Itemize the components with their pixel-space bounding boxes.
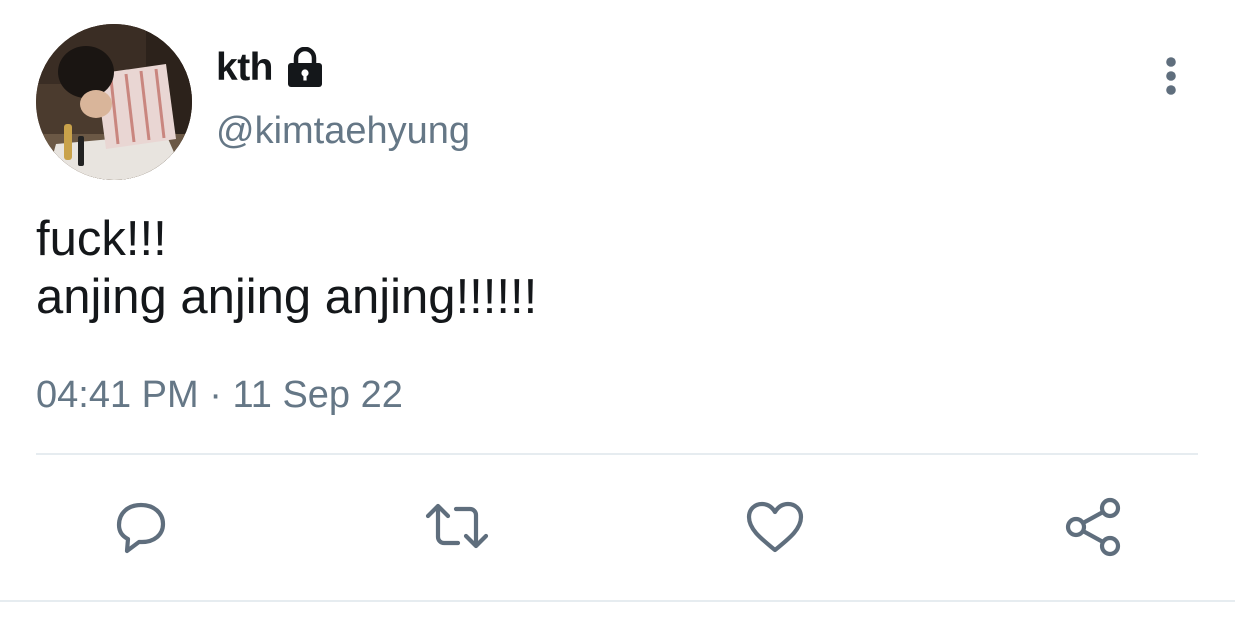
tweet-card: kth @kimtaehyung fuck!!! anjing anjing a… bbox=[0, 0, 1235, 618]
meta-separator: · bbox=[209, 374, 222, 416]
like-button[interactable] bbox=[740, 494, 810, 560]
tweet-text: fuck!!! anjing anjing anjing!!!!!! bbox=[36, 210, 537, 326]
lock-icon bbox=[285, 46, 325, 89]
retweet-button[interactable] bbox=[422, 494, 492, 560]
tweet-date: 11 Sep 22 bbox=[232, 374, 403, 416]
bottom-border bbox=[0, 600, 1235, 602]
tweet-timestamp[interactable]: 04:41 PM · 11 Sep 22 bbox=[36, 374, 403, 417]
reply-button[interactable] bbox=[106, 494, 176, 560]
more-options-button[interactable] bbox=[1150, 52, 1192, 100]
avatar[interactable] bbox=[36, 24, 192, 180]
tweet-text-line: fuck!!! bbox=[36, 212, 167, 266]
share-icon bbox=[1065, 497, 1121, 557]
heart-icon bbox=[746, 501, 804, 553]
divider bbox=[36, 453, 1198, 455]
tweet-text-line: anjing anjing anjing!!!!!! bbox=[36, 270, 538, 324]
reply-icon bbox=[116, 502, 166, 554]
handle[interactable]: @kimtaehyung bbox=[216, 110, 470, 153]
share-button[interactable] bbox=[1058, 494, 1128, 560]
more-vertical-icon bbox=[1166, 57, 1176, 95]
retweet-icon bbox=[425, 503, 489, 549]
display-name[interactable]: kth bbox=[216, 46, 274, 90]
tweet-time: 04:41 PM bbox=[36, 374, 199, 416]
display-name-row: kth bbox=[216, 40, 325, 96]
